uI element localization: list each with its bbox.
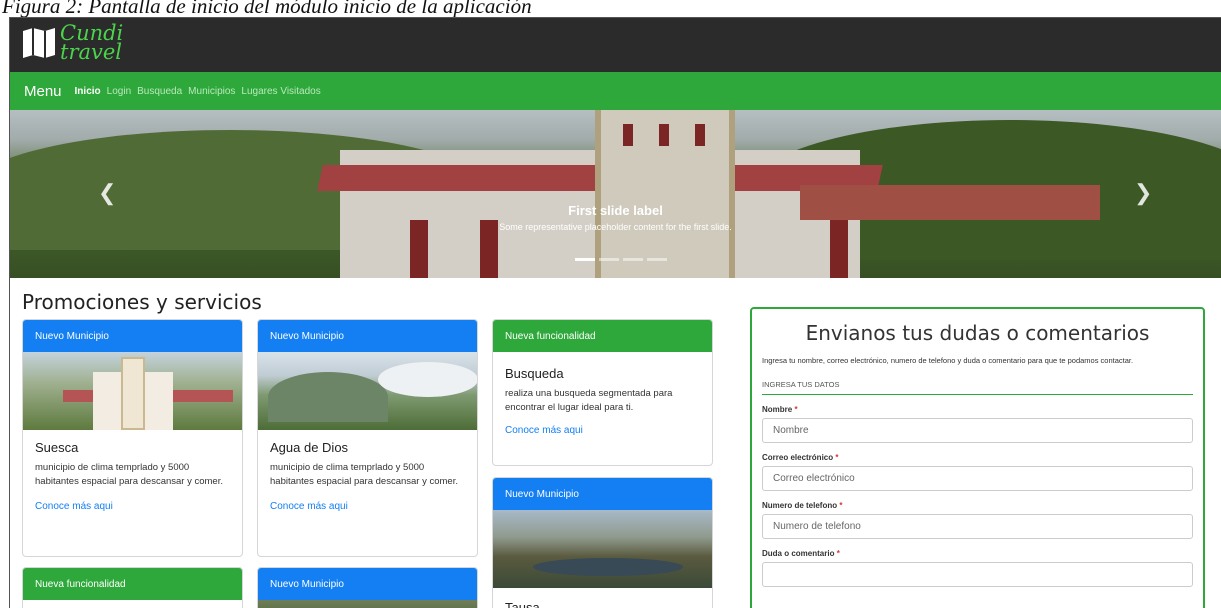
card-image (493, 510, 712, 588)
required-mark: * (836, 549, 840, 558)
contact-form-intro: Ingresa tu nombre, correo electrónico, n… (762, 356, 1134, 365)
card-image (23, 352, 242, 430)
card-text: municipio de clima temprlado y 5000 habi… (35, 462, 223, 487)
card-link[interactable]: Conoce más aqui (270, 501, 348, 512)
card-title: Suesca (35, 440, 79, 455)
required-mark: * (839, 501, 843, 510)
phone-field[interactable] (762, 514, 1193, 539)
app-window: Cundi travel Menu Inicio Login Busqueda … (9, 17, 1221, 608)
comment-field[interactable] (762, 562, 1193, 587)
email-field[interactable] (762, 466, 1193, 491)
card-title: Busqueda (505, 366, 564, 381)
carousel-title: First slide label (568, 203, 663, 218)
card-title: Tausa (505, 600, 540, 608)
map-icon (23, 28, 55, 58)
card-text: realiza una busqueda segmentada para enc… (505, 388, 673, 413)
promo-card-tausa: Nuevo Municipio Tausa (492, 477, 713, 608)
figure-caption: Figura 2: Pantalla de inicio del módulo … (2, 0, 532, 18)
card-header: Nuevo Municipio (258, 320, 477, 352)
promotions-heading: Promociones y servicios (22, 290, 262, 314)
hero-carousel[interactable]: ❮ ❯ First slide label Some representativ… (10, 110, 1221, 278)
comment-label: Duda o comentario * (762, 549, 840, 558)
email-label: Correo electrónico * (762, 453, 839, 462)
carousel-text: Some representative placeholder content … (499, 222, 732, 232)
contact-form-title: Envianos tus dudas o comentarios (805, 321, 1150, 345)
carousel-indicators (575, 258, 671, 261)
card-link[interactable]: Conoce más aqui (35, 501, 113, 512)
nav-link-login[interactable]: Login (107, 86, 131, 97)
carousel-indicator-3[interactable] (623, 258, 643, 261)
card-link[interactable]: Conoce más aqui (505, 425, 583, 436)
carousel-indicator-1[interactable] (575, 258, 595, 261)
nav-link-municipios[interactable]: Municipios (188, 86, 235, 97)
contact-form: Envianos tus dudas o comentarios Ingresa… (750, 307, 1205, 608)
promo-card-agua-de-dios: Nuevo Municipio Agua de Dios municipio d… (257, 319, 478, 557)
card-text: municipio de clima temprlado y 5000 habi… (270, 462, 458, 487)
nav-link-busqueda[interactable]: Busqueda (137, 86, 182, 97)
carousel-indicator-4[interactable] (647, 258, 667, 261)
top-header: Cundi travel (10, 18, 1221, 72)
card-image (258, 352, 477, 430)
brand-name-line2: travel (60, 40, 123, 64)
required-mark: * (835, 453, 839, 462)
card-header: Nuevo Municipio (23, 320, 242, 352)
promo-card-busqueda: Nueva funcionalidad Busqueda realiza una… (492, 319, 713, 466)
nav-brand-menu[interactable]: Menu (24, 83, 62, 100)
card-header: Nueva funcionalidad (23, 568, 242, 600)
card-image (258, 600, 477, 608)
card-header: Nuevo Municipio (258, 568, 477, 600)
nav-link-inicio[interactable]: Inicio (75, 86, 101, 97)
card-title: Agua de Dios (270, 440, 349, 455)
name-label: Nombre * (762, 405, 798, 414)
promo-card-suesca: Nuevo Municipio Suesca municipio de clim… (22, 319, 243, 557)
promo-card-funcionalidad: Nueva funcionalidad (22, 567, 243, 608)
name-field[interactable] (762, 418, 1193, 443)
required-mark: * (794, 405, 798, 414)
card-header: Nuevo Municipio (493, 478, 712, 510)
card-header: Nueva funcionalidad (493, 320, 712, 352)
main-navbar: Menu Inicio Login Busqueda Municipios Lu… (10, 72, 1221, 110)
brand-logo[interactable]: Cundi travel (22, 23, 123, 64)
nav-link-lugares-visitados[interactable]: Lugares Visitados (241, 86, 320, 97)
contact-form-section-label: INGRESA TUS DATOS (762, 380, 1193, 395)
phone-label: Numero de telefono * (762, 501, 843, 510)
carousel-indicator-2[interactable] (599, 258, 619, 261)
promo-card-municipio: Nuevo Municipio (257, 567, 478, 608)
